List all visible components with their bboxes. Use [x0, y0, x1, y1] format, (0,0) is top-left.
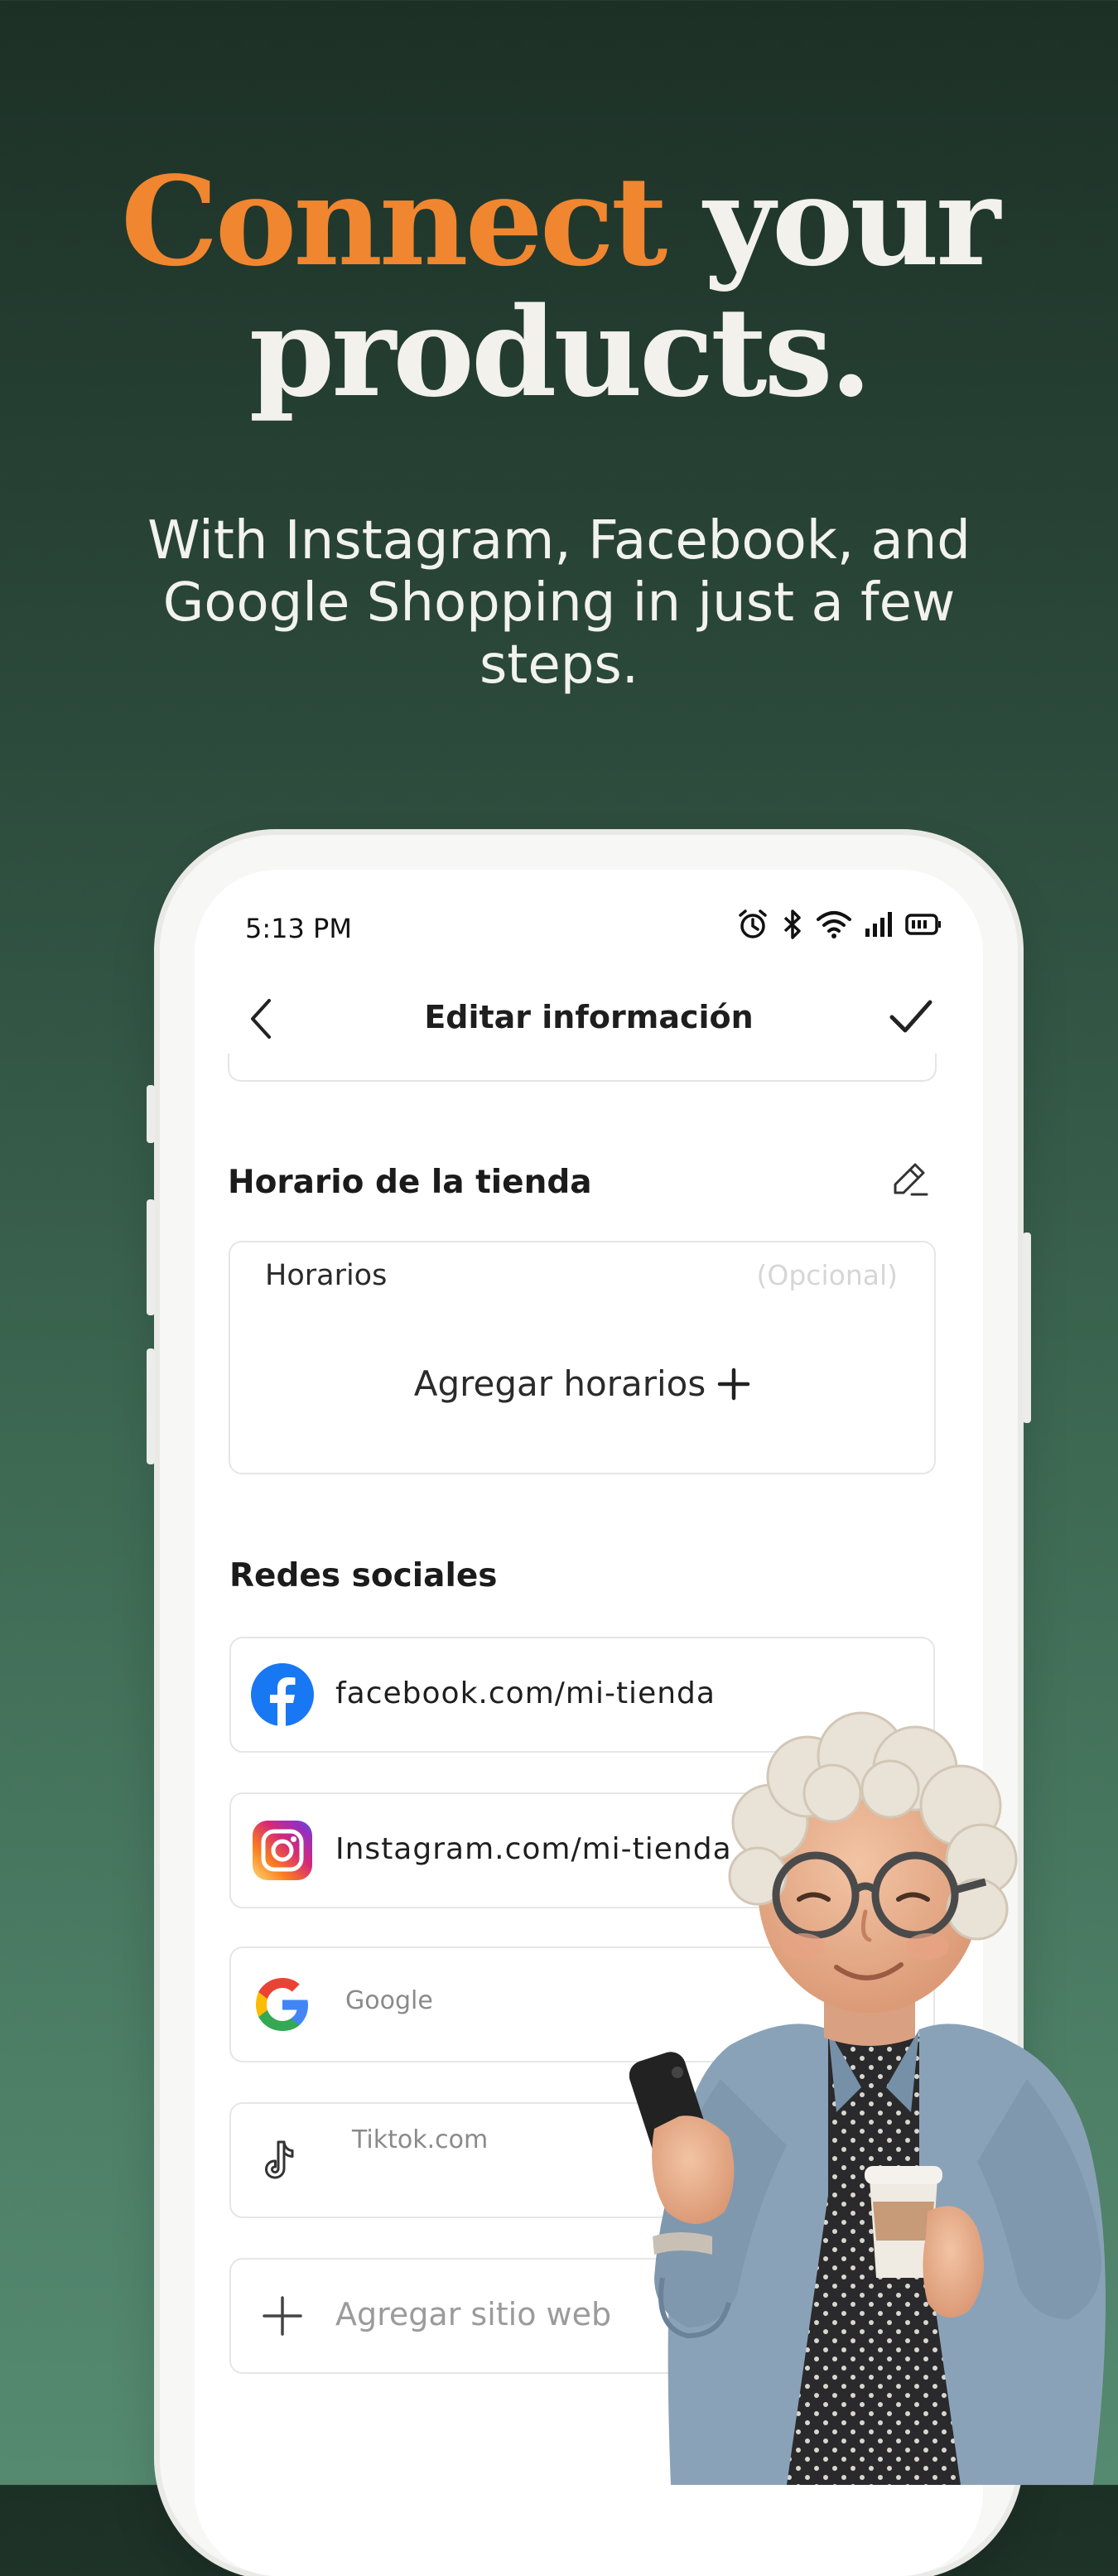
- plus-icon: [263, 2296, 302, 2336]
- pencil-icon[interactable]: [890, 1158, 930, 1198]
- previous-card-edge: [228, 1054, 937, 1082]
- phone-side-button: [147, 1199, 155, 1315]
- headline-accent: Connect: [120, 149, 667, 293]
- wifi-icon: [817, 911, 851, 938]
- headline: Connect your products.: [0, 156, 1118, 417]
- add-website-label: Agregar sitio web: [335, 2296, 612, 2332]
- plus-icon: [717, 1368, 750, 1400]
- grandma-illustration: [629, 1711, 1106, 2485]
- phone-side-button: [1023, 1233, 1031, 1423]
- alarm-icon: [739, 909, 767, 938]
- headline-rest: your: [664, 149, 1000, 293]
- page-title: Editar información: [424, 999, 754, 1035]
- phone-side-button: [147, 1348, 155, 1464]
- add-hours-label: Agregar horarios: [413, 1363, 706, 1404]
- google-value: Google: [345, 1986, 433, 2015]
- phone-side-button: [147, 1085, 155, 1143]
- google-icon: [256, 1978, 308, 2031]
- subheadline: With Instagram, Facebook, and Google Sho…: [147, 510, 971, 696]
- headline-line-2: products.: [248, 280, 873, 424]
- hours-field-label: Horarios: [265, 1259, 388, 1292]
- store-hours-title: Horario de la tienda: [228, 1164, 592, 1201]
- status-icons: [736, 908, 942, 941]
- tiktok-value: Tiktok.com: [352, 2125, 489, 2154]
- facebook-icon: [251, 1663, 314, 1726]
- social-title: Redes sociales: [229, 1557, 498, 1594]
- store-hours-card[interactable]: Horarios (Opcional) Agregar horarios: [229, 1241, 936, 1474]
- instagram-icon: [253, 1821, 312, 1880]
- check-icon[interactable]: [885, 992, 935, 1042]
- status-time: 5:13 PM: [245, 913, 352, 944]
- tiktok-icon: [265, 2140, 294, 2179]
- status-bar: 5:13 PM: [195, 870, 983, 969]
- battery-icon: [905, 914, 941, 935]
- bluetooth-icon: [783, 909, 801, 939]
- optional-label: (Opcional): [756, 1259, 898, 1291]
- signal-icon: [865, 912, 892, 937]
- add-hours-button[interactable]: Agregar horarios: [230, 1363, 934, 1404]
